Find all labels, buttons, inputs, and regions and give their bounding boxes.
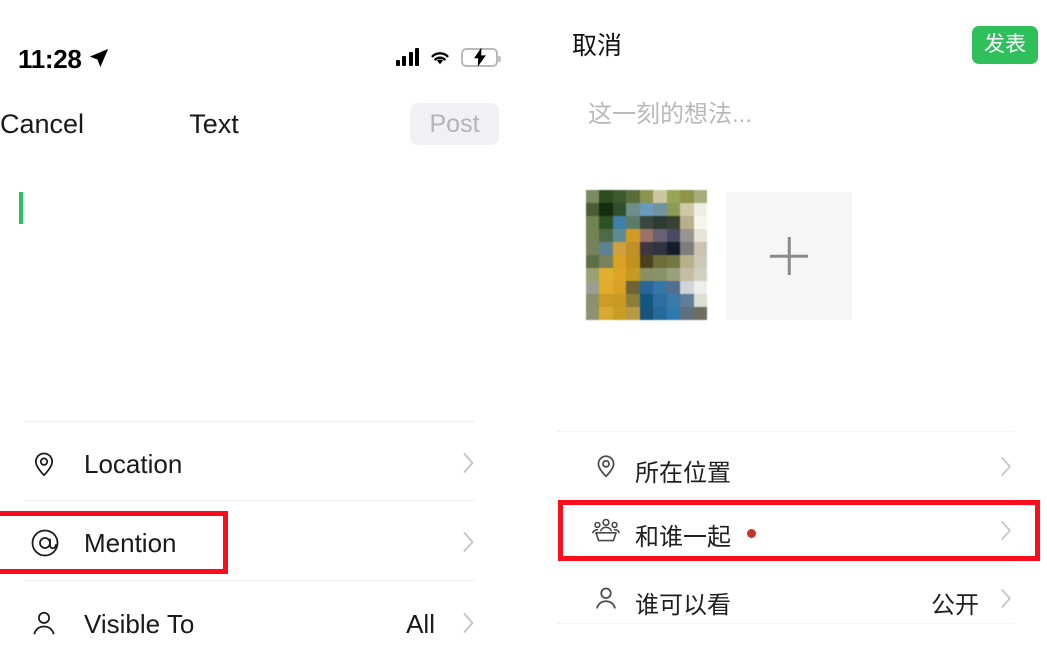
- status-bar-time: 11:28: [18, 44, 82, 74]
- option-label: 和谁一起: [635, 524, 731, 551]
- divider: [25, 421, 475, 422]
- option-row-with-whom-cn[interactable]: 和谁一起: [557, 507, 1015, 555]
- group-people-icon: [591, 515, 621, 545]
- unread-dot-indicator: [747, 529, 756, 538]
- location-pin-icon: [593, 453, 619, 479]
- option-row-visible-to[interactable]: Visible To All: [25, 596, 475, 651]
- option-value: All: [406, 609, 435, 639]
- battery-charging-icon: [461, 47, 501, 67]
- cancel-button-cn[interactable]: 取消: [572, 26, 622, 66]
- divider: [557, 431, 1015, 432]
- status-bar: 11:28: [0, 0, 520, 92]
- divider: [25, 500, 475, 501]
- photo-thumbnail[interactable]: [586, 190, 707, 320]
- person-icon: [30, 609, 58, 637]
- cellular-signal-icon: [395, 48, 419, 66]
- chevron-right-icon: [462, 531, 475, 553]
- wifi-icon: [428, 48, 452, 66]
- option-label: Location: [84, 449, 183, 479]
- left-nav-bar: Cancel Text Post: [0, 95, 520, 153]
- right-panel-chinese-composer: 取消 发表 这一刻的想法... 所在位置 和谁一起 谁可以看 公开: [520, 0, 1047, 664]
- chevron-right-icon: [1000, 588, 1013, 610]
- chevron-right-icon: [1000, 456, 1013, 478]
- option-value: 公开: [931, 592, 979, 619]
- divider: [25, 580, 475, 581]
- option-row-mention[interactable]: Mention: [25, 515, 475, 570]
- text-caret[interactable]: [19, 192, 23, 224]
- status-bar-indicators: [395, 44, 501, 70]
- add-photo-button[interactable]: [726, 192, 852, 320]
- option-label: Visible To: [84, 609, 195, 639]
- compose-input-placeholder[interactable]: 这一刻的想法...: [588, 98, 752, 132]
- option-label: Mention: [84, 528, 177, 558]
- person-icon: [593, 585, 619, 611]
- divider: [557, 565, 1015, 566]
- left-panel-english-composer: 11:28 Cancel Text Post Location Mention …: [0, 0, 520, 664]
- post-button[interactable]: Post: [410, 103, 499, 145]
- chevron-right-icon: [462, 612, 475, 634]
- chevron-right-icon: [462, 452, 475, 474]
- page-title: Text: [189, 109, 239, 139]
- divider: [557, 497, 1015, 498]
- option-label: 所在位置: [635, 460, 731, 487]
- at-sign-icon: [30, 528, 60, 558]
- chevron-right-icon: [1000, 520, 1013, 542]
- publish-button-cn[interactable]: 发表: [972, 26, 1038, 64]
- option-row-location-cn[interactable]: 所在位置: [557, 443, 1015, 491]
- location-pin-icon: [30, 450, 58, 478]
- divider: [557, 623, 1015, 624]
- plus-icon: [787, 237, 791, 275]
- location-arrow-icon: [88, 47, 110, 69]
- option-row-visibility-cn[interactable]: 谁可以看 公开: [557, 575, 1015, 623]
- option-row-location[interactable]: Location: [25, 436, 475, 491]
- option-label: 谁可以看: [635, 592, 731, 619]
